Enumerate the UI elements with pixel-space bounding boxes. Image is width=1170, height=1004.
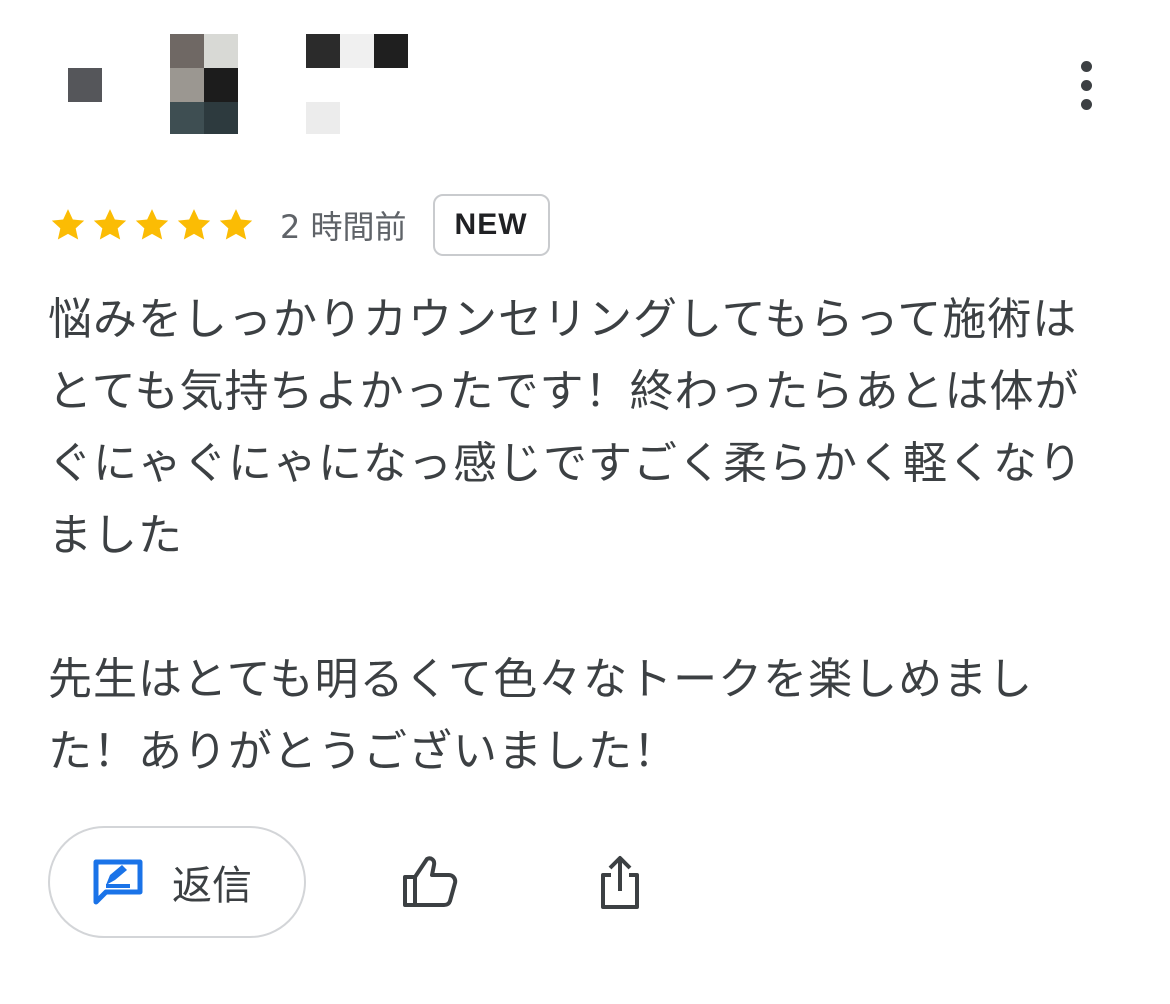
review-body: 悩みをしっかりカウンセリングしてもらって施術はとても気持ちよかったです！終わった… <box>48 284 1118 788</box>
star-icon <box>51 209 85 240</box>
new-badge: NEW <box>432 194 550 256</box>
review-paragraph: 悩みをしっかりカウンセリングしてもらって施術はとても気持ちよかったです！終わった… <box>48 294 1083 561</box>
more-options-button[interactable] <box>1060 55 1112 115</box>
review-meta: 2 時間前 NEW <box>48 192 550 258</box>
review-time: 2 時間前 <box>280 208 407 246</box>
share-icon <box>601 856 639 909</box>
reply-button[interactable]: 返信 <box>48 826 306 938</box>
more-vertical-icon-dot <box>1080 98 1092 110</box>
star-icon <box>93 209 127 240</box>
thumbs-up-icon <box>403 856 458 907</box>
star-icon <box>177 209 211 240</box>
more-vertical-icon <box>1080 60 1092 72</box>
like-button[interactable] <box>400 852 460 912</box>
reply-label: 返信 <box>172 863 252 909</box>
star-icon <box>135 209 169 240</box>
review-paragraph: 先生はとても明るくて色々なトークを楽しめました！ありがとうございました！ <box>48 654 1034 777</box>
reply-icon <box>93 859 143 905</box>
review-header <box>0 0 1170 170</box>
star-rating <box>48 205 256 245</box>
star-icon <box>219 209 253 240</box>
more-vertical-icon-dot <box>1080 79 1092 91</box>
share-button[interactable] <box>590 852 650 912</box>
review-actions: 返信 <box>48 826 650 938</box>
